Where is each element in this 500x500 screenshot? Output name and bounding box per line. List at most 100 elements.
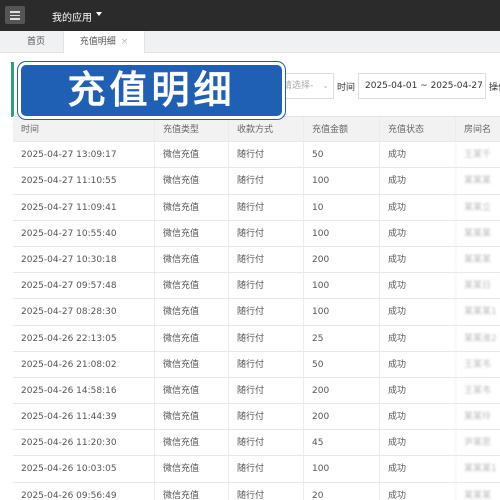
cell-amount: 100: [303, 456, 379, 482]
cell-amount: 10: [303, 194, 379, 220]
cell-amount: 50: [303, 351, 379, 377]
cell-payment-method: 随行付: [228, 325, 303, 351]
cell-amount: 100: [303, 168, 379, 194]
cell-status: 成功: [379, 273, 455, 299]
cell-room: 某某日: [455, 273, 500, 299]
cell-status: 成功: [379, 299, 455, 325]
cell-time: 2025-04-27 09:57:48: [21, 281, 117, 292]
table-row[interactable]: 2025-04-27 09:57:48 微信充值 随行付 100 成功 某某日: [13, 273, 500, 300]
cell-room: 王某韦: [455, 377, 500, 404]
table-row[interactable]: 2025-04-26 22:13:05 微信充值 随行付 25 成功 某某淮2: [13, 325, 500, 352]
cell-payment-method: 随行付: [228, 220, 303, 246]
cell-amount: 45: [303, 430, 379, 456]
app-title[interactable]: 我的应用: [52, 9, 92, 24]
cell-type: 微信充值: [154, 377, 228, 404]
page-title: 充值明细: [67, 68, 236, 112]
recharge-table: 时间 充值类型 收款方式 充值金额 充值状态 房间名 2025-04-27 13…: [13, 116, 500, 500]
tab-home-label: 首页: [26, 37, 45, 47]
cell-room: 某某某1: [455, 299, 500, 325]
cell-status: 成功: [379, 168, 455, 194]
page-title-banner: 充值明细: [18, 62, 285, 119]
accent-bar: [11, 62, 14, 117]
table-row[interactable]: 2025-04-27 10:55:40 微信充值 随行付 100 成功 某某某: [13, 220, 500, 247]
cell-status: 成功: [379, 142, 455, 168]
cell-time: 2025-04-27 11:10:55: [21, 176, 117, 187]
table-row[interactable]: 2025-04-26 09:56:49 微信充值 随行付 20 成功 某某某: [13, 482, 500, 500]
cell-amount: 200: [303, 246, 379, 273]
cell-type: 微信充值: [154, 456, 228, 482]
cell-type: 微信充值: [154, 168, 228, 194]
cell-payment-method: 随行付: [228, 377, 303, 404]
cell-room: 某某玲: [455, 404, 500, 430]
close-icon[interactable]: ×: [121, 37, 129, 47]
table-row[interactable]: 2025-04-26 21:08:02 微信充值 随行付 50 成功 王某韦: [13, 351, 500, 378]
cell-payment-method: 随行付: [228, 194, 303, 220]
cell-amount: 100: [303, 220, 379, 246]
time-label: 时间: [337, 83, 356, 93]
chevron-down-icon: ⌄: [322, 81, 329, 90]
chevron-down-icon[interactable]: [96, 12, 102, 16]
cell-payment-method: 随行付: [228, 299, 303, 325]
cell-type: 微信充值: [154, 430, 228, 456]
table-row[interactable]: 2025-04-26 11:20:30 微信充值 随行付 45 成功 尹某思: [13, 430, 500, 457]
cell-type: 微信充值: [154, 404, 228, 430]
cell-time: 2025-04-27 08:28:30: [21, 307, 117, 318]
cell-room: 尹某思: [455, 430, 500, 456]
tab-home[interactable]: 首页: [10, 31, 62, 53]
filter-select-placeholder: 请选择-: [283, 81, 314, 91]
cell-status: 成功: [379, 430, 455, 456]
cell-status: 成功: [379, 194, 455, 220]
cell-time: 2025-04-27 11:09:41: [21, 202, 117, 213]
tab-recharge-detail-label: 充值明细: [79, 37, 116, 47]
tab-recharge-detail[interactable]: 充值明细 ×: [63, 31, 145, 53]
cell-status: 成功: [379, 246, 455, 273]
cell-payment-method: 随行付: [228, 404, 303, 430]
table-row[interactable]: 2025-04-27 10:30:18 微信充值 随行付 200 成功 某某某: [13, 246, 500, 274]
header-payment-method[interactable]: 收款方式: [228, 117, 303, 142]
cell-type: 微信充值: [154, 246, 228, 273]
cell-time: 2025-04-26 14:58:16: [21, 385, 117, 396]
cell-room: 某某某: [455, 482, 500, 500]
cell-amount: 100: [303, 299, 379, 325]
cell-room: 某某某: [455, 220, 500, 246]
cell-type: 微信充值: [154, 220, 228, 246]
header-time[interactable]: 时间: [13, 117, 154, 141]
cell-type: 微信充值: [154, 194, 228, 220]
table-row[interactable]: 2025-04-27 11:09:41 微信充值 随行付 10 成功 某某立: [13, 194, 500, 221]
header-status[interactable]: 充值状态: [379, 117, 455, 142]
table-row[interactable]: 2025-04-26 14:58:16 微信充值 随行付 200 成功 王某韦: [13, 377, 500, 405]
cell-type: 微信充值: [154, 482, 228, 500]
table-row[interactable]: 2025-04-27 13:09:17 微信充值 随行付 50 成功 王某千: [13, 142, 500, 169]
table-header: 时间 充值类型 收款方式 充值金额 充值状态 房间名: [13, 116, 500, 143]
cell-payment-method: 随行付: [228, 430, 303, 456]
cell-payment-method: 随行付: [228, 456, 303, 482]
cell-time: 2025-04-26 09:56:49: [21, 490, 117, 500]
table-row[interactable]: 2025-04-27 11:10:55 微信充值 随行付 100 成功 某某某: [13, 168, 500, 195]
cell-time: 2025-04-26 11:20:30: [21, 438, 117, 449]
header-type[interactable]: 充值类型: [154, 117, 228, 142]
cell-status: 成功: [379, 325, 455, 351]
cell-room: 某某立: [455, 194, 500, 220]
cell-amount: 25: [303, 325, 379, 351]
header-amount[interactable]: 充值金额: [303, 117, 379, 142]
cell-amount: 200: [303, 377, 379, 404]
hamburger-icon[interactable]: [5, 6, 25, 24]
cell-status: 成功: [379, 351, 455, 377]
operation-label: 操作: [489, 83, 500, 93]
cell-time: 2025-04-27 10:55:40: [21, 228, 117, 239]
cell-payment-method: 随行付: [228, 482, 303, 500]
filter-select[interactable]: 请选择- ⌄: [278, 73, 334, 99]
table-row[interactable]: 2025-04-26 11:44:39 微信充值 随行付 200 成功 某某玲: [13, 404, 500, 431]
cell-type: 微信充值: [154, 142, 228, 168]
date-range-input[interactable]: 2025-04-01 ~ 2025-04-27: [358, 73, 486, 99]
cell-payment-method: 随行付: [228, 351, 303, 377]
cell-room: 某某某: [455, 246, 500, 273]
cell-status: 成功: [379, 377, 455, 404]
cell-room: 王某韦: [455, 351, 500, 377]
cell-payment-method: 随行付: [228, 168, 303, 194]
table-row[interactable]: 2025-04-26 10:03:05 微信充值 随行付 100 成功 某某某1: [13, 456, 500, 483]
header-room[interactable]: 房间名: [455, 117, 500, 142]
table-row[interactable]: 2025-04-27 08:28:30 微信充值 随行付 100 成功 某某某1: [13, 299, 500, 326]
cell-status: 成功: [379, 482, 455, 500]
cell-amount: 20: [303, 482, 379, 500]
